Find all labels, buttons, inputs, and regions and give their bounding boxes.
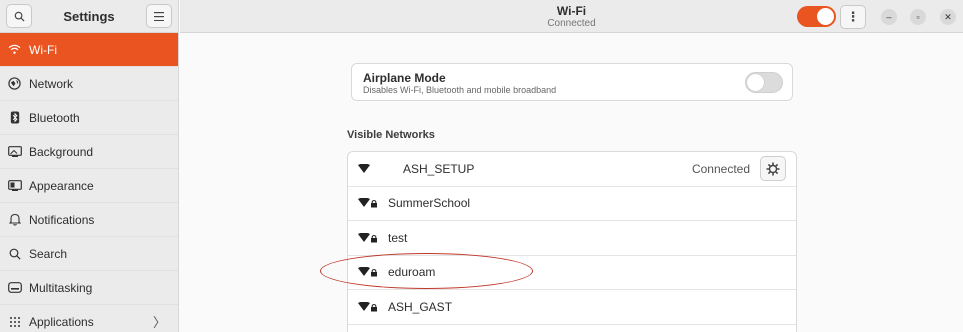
- network-name: ASH_GAST: [388, 299, 453, 314]
- sidebar-item-label: Applications: [29, 314, 94, 329]
- network-name: test: [388, 230, 408, 245]
- sidebar-header: Settings: [0, 0, 178, 33]
- airplane-mode-description: Disables Wi-Fi, Bluetooth and mobile bro…: [363, 85, 557, 95]
- wifi-secured-icon: [358, 232, 382, 243]
- multitasking-icon: [7, 280, 22, 295]
- visible-networks-heading: Visible Networks: [347, 129, 435, 141]
- close-button[interactable]: ✕: [940, 9, 956, 25]
- restore-icon: ▫: [916, 12, 920, 22]
- sidebar-item-network[interactable]: Network: [0, 67, 178, 101]
- sidebar-item-label: Appearance: [29, 178, 94, 193]
- network-row[interactable]: SummerSchool: [348, 187, 796, 221]
- airplane-mode-toggle[interactable]: [745, 72, 783, 93]
- sidebar-item-applications[interactable]: Applications 〉: [0, 305, 178, 332]
- sidebar-item-label: Search: [29, 246, 68, 261]
- network-settings-button[interactable]: [760, 156, 786, 181]
- sidebar-item-label: Multitasking: [29, 280, 93, 295]
- network-row[interactable]: test: [348, 221, 796, 256]
- bell-icon: [7, 212, 22, 227]
- sidebar-item-bluetooth[interactable]: Bluetooth: [0, 101, 178, 135]
- search-icon: [7, 246, 22, 261]
- bluetooth-icon: [7, 110, 22, 125]
- sidebar-item-multitasking[interactable]: Multitasking: [0, 271, 178, 305]
- chevron-right-icon: 〉: [152, 315, 166, 330]
- hamburger-menu-button[interactable]: [146, 4, 172, 28]
- wifi-toggle[interactable]: [797, 6, 836, 27]
- minimize-icon: –: [886, 12, 892, 22]
- background-icon: [7, 144, 22, 159]
- airplane-mode-row: Airplane Mode Disables Wi-Fi, Bluetooth …: [351, 63, 793, 101]
- search-icon: [14, 11, 25, 22]
- network-name: ASH_SETUP: [403, 161, 475, 176]
- sidebar-item-appearance[interactable]: Appearance: [0, 169, 178, 203]
- hamburger-icon: [154, 11, 164, 21]
- network-name: eduroam: [388, 265, 436, 280]
- applications-icon: [7, 314, 22, 329]
- more-options-button[interactable]: ⋮: [840, 5, 866, 29]
- network-row[interactable]: ASH_GAST: [348, 290, 796, 325]
- close-icon: ✕: [944, 11, 952, 22]
- sidebar-item-label: Wi-Fi: [29, 42, 57, 57]
- network-list: ASH_SETUP Connected SummerSchool test ed…: [347, 151, 797, 332]
- sidebar-item-label: Notifications: [29, 212, 95, 227]
- search-button[interactable]: [6, 4, 32, 28]
- sidebar-item-label: Bluetooth: [29, 110, 80, 125]
- kebab-menu-icon: ⋮: [846, 9, 860, 24]
- sidebar-item-search[interactable]: Search: [0, 237, 178, 271]
- wifi-secured-icon: [358, 301, 382, 312]
- gear-icon: [766, 162, 780, 175]
- wifi-secured-icon: [358, 198, 382, 208]
- toggle-knob: [817, 8, 834, 25]
- network-row[interactable]: ASH_SETUP Connected: [348, 152, 796, 187]
- sidebar-item-wifi[interactable]: Wi-Fi: [0, 33, 178, 67]
- network-status: Connected: [691, 161, 750, 176]
- network-icon: [7, 76, 22, 91]
- airplane-mode-title: Airplane Mode: [363, 71, 446, 85]
- sidebar-item-label: Network: [29, 76, 74, 91]
- wifi-secured-icon: [358, 267, 382, 277]
- sidebar-item-notifications[interactable]: Notifications: [0, 203, 178, 237]
- maximize-button[interactable]: ▫: [910, 9, 926, 25]
- sidebar-item-label: Background: [29, 144, 94, 159]
- wifi-signal-icon: [358, 163, 382, 174]
- minimize-button[interactable]: –: [881, 9, 897, 25]
- sidebar: Settings Wi-Fi Network Bluetooth Backgro…: [0, 0, 179, 332]
- appearance-icon: [7, 178, 22, 193]
- sidebar-item-background[interactable]: Background: [0, 135, 178, 169]
- network-name: SummerSchool: [388, 196, 471, 211]
- network-row[interactable]: eduroam: [348, 256, 796, 290]
- wifi-icon: [7, 42, 22, 57]
- toggle-knob: [747, 74, 764, 91]
- sidebar-title: Settings: [63, 8, 115, 24]
